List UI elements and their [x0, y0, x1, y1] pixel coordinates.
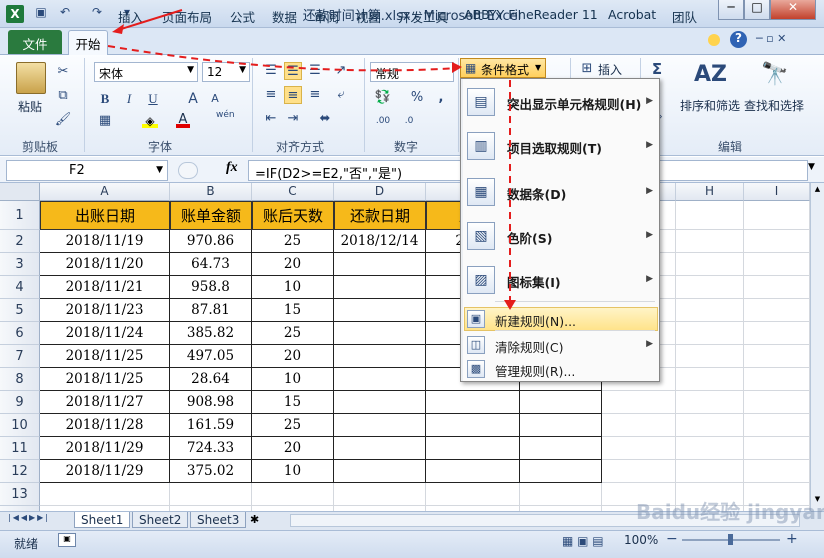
annotation-dashed-arrow [107, 45, 459, 72]
annotation-arrowhead [504, 300, 516, 310]
annotation-arrowhead [452, 62, 462, 73]
annotation-arrow-line [117, 9, 183, 31]
annotation-arrowhead [112, 24, 124, 34]
annotation-overlay [107, 9, 516, 310]
